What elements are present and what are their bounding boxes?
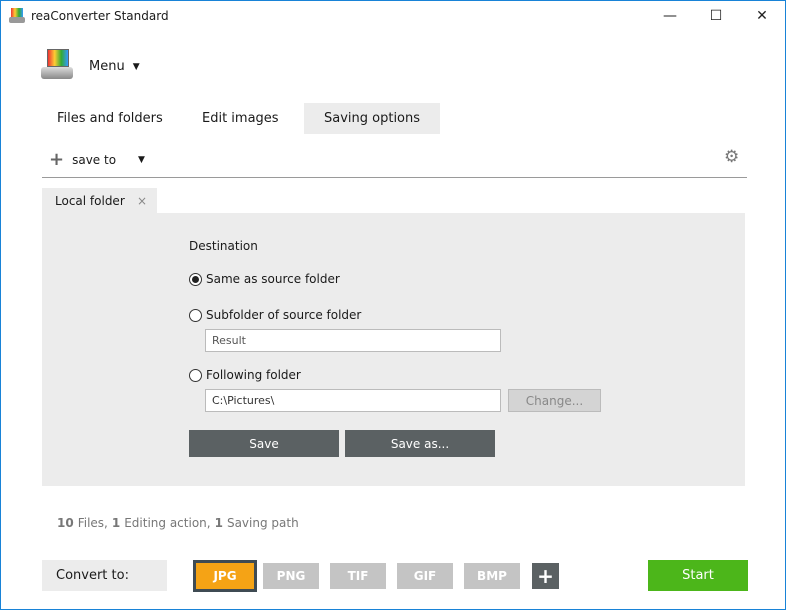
files-label: Files,: [77, 516, 108, 530]
tab-saving-options[interactable]: Saving options: [304, 103, 441, 134]
add-format-button[interactable]: +: [532, 563, 559, 589]
format-tif[interactable]: TIF: [330, 563, 386, 589]
window-title: reaConverter Standard: [31, 9, 169, 23]
app-icon: [9, 8, 25, 23]
save-to-button[interactable]: + save to ▼: [49, 149, 145, 170]
menu-label: Menu: [89, 59, 125, 74]
radio-subfolder[interactable]: Subfolder of source folder: [189, 308, 361, 322]
menu-button[interactable]: Menu ▼: [89, 59, 140, 74]
change-button[interactable]: Change...: [508, 389, 601, 412]
format-png[interactable]: PNG: [263, 563, 319, 589]
radio-same-as-source[interactable]: Same as source folder: [189, 272, 340, 286]
destination-heading: Destination: [189, 239, 258, 253]
files-count: 10: [57, 516, 74, 530]
save-as-button[interactable]: Save as...: [345, 430, 495, 457]
close-tab-icon[interactable]: ×: [137, 194, 147, 208]
edit-label: Editing action,: [124, 516, 211, 530]
dropdown-arrow-icon: ▼: [132, 61, 140, 72]
dropdown-arrow-icon: ▼: [138, 154, 145, 165]
maximize-button[interactable]: ☐: [693, 1, 739, 31]
save-to-label: save to: [72, 152, 117, 167]
minimize-button[interactable]: —: [647, 1, 693, 31]
tab-edit-images[interactable]: Edit images: [182, 103, 299, 134]
radio-following-folder[interactable]: Following folder: [189, 368, 301, 382]
start-button[interactable]: Start: [648, 560, 748, 591]
edit-count: 1: [111, 516, 121, 530]
format-jpg[interactable]: JPG: [193, 560, 257, 592]
radio-label: Subfolder of source folder: [206, 308, 362, 322]
radio-icon: [189, 308, 202, 322]
path-label: Saving path: [226, 516, 299, 530]
gear-icon[interactable]: ⚙: [724, 147, 739, 167]
save-button[interactable]: Save: [189, 430, 339, 457]
radio-label: Same as source folder: [206, 272, 340, 286]
toolbar-divider: [42, 177, 747, 178]
radio-icon: [189, 272, 202, 286]
folder-path-input[interactable]: C:\Pictures\: [205, 389, 501, 412]
close-button[interactable]: ✕: [739, 1, 785, 31]
radio-label: Following folder: [206, 368, 301, 382]
format-bmp[interactable]: BMP: [464, 563, 520, 589]
path-count: 1: [214, 516, 223, 530]
app-logo-icon: [41, 49, 75, 81]
format-gif[interactable]: GIF: [397, 563, 453, 589]
tab-files-and-folders[interactable]: Files and folders: [37, 103, 183, 134]
convert-to-label: Convert to:: [42, 560, 167, 591]
status-summary: 10 Files, 1 Editing action, 1 Saving path: [57, 516, 299, 530]
subfolder-input[interactable]: Result: [205, 329, 501, 352]
plus-icon: +: [49, 149, 65, 170]
radio-icon: [189, 368, 202, 382]
panel-tab-label: Local folder: [55, 194, 125, 208]
panel-tab-local-folder[interactable]: Local folder ×: [42, 188, 157, 214]
